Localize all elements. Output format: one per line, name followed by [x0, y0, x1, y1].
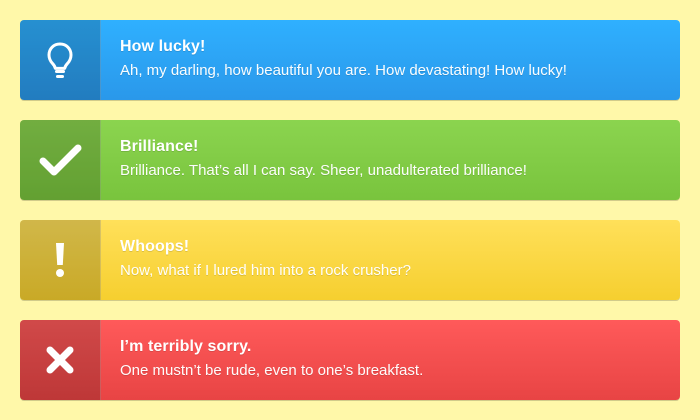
exclamation-icon	[50, 240, 70, 280]
alert-error: I’m terribly sorry. One mustn’t be rude,…	[20, 320, 680, 400]
alert-warning: Whoops! Now, what if I lured him into a …	[20, 220, 680, 300]
alert-content: How lucky! Ah, my darling, how beautiful…	[120, 38, 662, 80]
alert-list: How lucky! Ah, my darling, how beautiful…	[20, 20, 680, 400]
checkmark-icon	[38, 143, 82, 177]
alert-success: Brilliance! Brilliance. That’s all I can…	[20, 120, 680, 200]
alert-icon-panel	[20, 120, 101, 200]
alert-content: Brilliance! Brilliance. That’s all I can…	[120, 138, 662, 180]
lightbulb-icon	[45, 40, 75, 80]
alert-title: How lucky!	[120, 38, 206, 55]
alert-message: Ah, my darling, how beautiful you are. H…	[120, 62, 567, 79]
alert-content: I’m terribly sorry. One mustn’t be rude,…	[120, 338, 662, 380]
alert-title: Brilliance!	[120, 138, 199, 155]
alert-title: Whoops!	[120, 238, 190, 255]
alert-icon-panel	[20, 20, 101, 100]
close-icon	[43, 343, 77, 377]
alert-content: Whoops! Now, what if I lured him into a …	[120, 238, 662, 280]
alert-message: Now, what if I lured him into a rock cru…	[120, 262, 411, 279]
alert-message: One mustn’t be rude, even to one’s break…	[120, 362, 424, 379]
alert-icon-panel	[20, 320, 101, 400]
alert-message: Brilliance. That’s all I can say. Sheer,…	[120, 162, 527, 179]
alert-icon-panel	[20, 220, 101, 300]
alert-info: How lucky! Ah, my darling, how beautiful…	[20, 20, 680, 100]
alert-title: I’m terribly sorry.	[120, 338, 252, 355]
